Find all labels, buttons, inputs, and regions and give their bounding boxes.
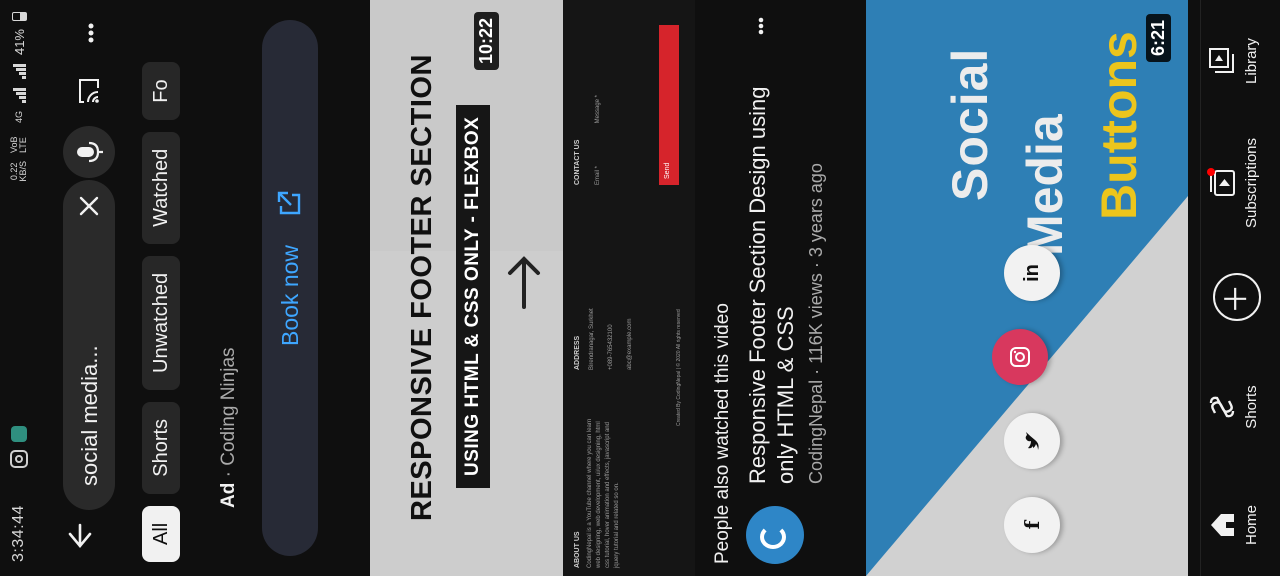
channel-name[interactable]: CodingNepal: [806, 380, 826, 484]
linkedin-icon: in: [1004, 245, 1060, 301]
mock-copyright: Created By CodingNepal | © 2020 All righ…: [676, 309, 682, 426]
nav-home-label: Home: [1243, 505, 1260, 546]
chip-more[interactable]: Fo: [142, 62, 180, 120]
mock-address: ADDRESS Birendranagar, Surkhet +089-7654…: [573, 220, 635, 370]
section-heading: People also watched this video: [712, 303, 733, 564]
video-thumbnail[interactable]: Social Media Buttons f in 6:21: [866, 0, 1188, 576]
codingnepal-logo-icon: [760, 525, 786, 549]
data-rate-unit: KB/S: [18, 161, 28, 182]
footer-mockup: ABOUT US CodingNepal is a YouTube channe…: [563, 0, 695, 576]
library-icon: [1209, 48, 1234, 73]
home-icon: [1211, 514, 1234, 536]
ad-label-row: Ad · Coding Ninjas: [218, 347, 240, 508]
video-more-icon[interactable]: [748, 16, 774, 36]
nav-library-label: Library: [1243, 38, 1260, 84]
chip-watched[interactable]: Watched: [142, 131, 180, 244]
channel-avatar[interactable]: [746, 506, 804, 564]
ad-video-thumbnail[interactable]: RESPONSIVE FOOTER SECTION USING HTML & C…: [370, 0, 695, 576]
volte-label: VoB LTE: [9, 136, 28, 154]
data-rate: 0.22 KB/S: [9, 161, 28, 182]
instagram-icon: [992, 329, 1048, 385]
mock-email: abc@example.com: [627, 318, 633, 370]
search-box[interactable]: social media...: [63, 180, 115, 510]
subscriptions-icon: [1207, 168, 1235, 196]
mock-about-text: CodingNepal is a YouTube channel where y…: [587, 418, 620, 568]
battery-percent: 41%: [11, 29, 27, 56]
twitter-icon: [1004, 413, 1060, 469]
video-duration: 6:21: [1146, 14, 1171, 63]
chip-unwatched[interactable]: Unwatched: [142, 255, 180, 390]
voice-search-button[interactable]: [63, 126, 115, 178]
video-meta: CodingNepal · 116K views · 3 years ago: [806, 163, 827, 484]
open-external-icon: [277, 191, 301, 215]
nav-subscriptions[interactable]: Subscriptions: [1207, 124, 1260, 242]
thumbnail-headline: RESPONSIVE FOOTER SECTION: [406, 54, 438, 521]
ad-separator: ·: [218, 471, 239, 478]
back-arrow-icon[interactable]: [62, 522, 98, 558]
video-title[interactable]: Responsive Footer Section Design using o…: [744, 74, 800, 484]
status-bar: 3:34:44 0.22 KB/S VoB LTE 4G 41%: [0, 0, 40, 576]
thumb-title-buttons: Buttons: [1091, 31, 1147, 220]
ad-advertiser: Coding Ninjas: [218, 347, 239, 466]
nav-shorts-label: Shorts: [1243, 385, 1260, 429]
meta-separator: ·: [806, 368, 826, 375]
thumb-title-social: Social: [942, 47, 998, 201]
filter-chips: All Shorts Unwatched Watched Fo: [142, 62, 182, 562]
thumbnail-subheadline: USING HTML & CSS ONLY - FLEXBOX: [456, 104, 490, 488]
mock-address-text: Birendranagar, Surkhet: [589, 308, 595, 370]
shorts-icon: [1209, 396, 1235, 418]
nav-library[interactable]: Library: [1207, 16, 1260, 106]
mock-email-field: Email *: [595, 165, 601, 185]
mock-message-field: Message *: [595, 94, 601, 124]
mock-send-label: Send: [664, 162, 671, 179]
app-screen: 3:34:44 0.22 KB/S VoB LTE 4G 41% social …: [0, 0, 1280, 576]
mock-contact-heading: CONTACT US: [574, 139, 581, 185]
view-count: 116K views: [806, 273, 826, 364]
upload-age: 3 years ago: [806, 163, 826, 258]
chip-shorts[interactable]: Shorts: [142, 401, 180, 494]
cast-icon[interactable]: [74, 76, 104, 106]
mock-about-heading: ABOUT US: [574, 531, 581, 568]
chip-all[interactable]: All: [142, 505, 180, 562]
plus-icon: [1224, 287, 1247, 310]
mock-phone: +089-765432100: [608, 324, 614, 370]
app-notification-icon: [11, 426, 27, 442]
nav-home[interactable]: Home: [1207, 480, 1260, 570]
book-now-button[interactable]: Book now: [262, 20, 318, 556]
instagram-notification-icon: [10, 450, 28, 468]
signal-icon: [12, 87, 26, 104]
ad-badge: Ad: [218, 482, 239, 508]
linkedin-glyph: in: [1021, 264, 1043, 282]
thumb-title-media: Media: [1017, 114, 1073, 256]
status-right-group: 0.22 KB/S VoB LTE 4G 41%: [9, 12, 28, 182]
network-label: 4G: [14, 111, 24, 124]
battery-icon: [11, 12, 27, 21]
nav-shorts[interactable]: Shorts: [1207, 362, 1260, 452]
mic-icon: [77, 141, 103, 163]
mock-address-heading: ADDRESS: [574, 335, 581, 370]
search-query[interactable]: social media...: [77, 345, 103, 486]
mock-about: ABOUT US CodingNepal is a YouTube channe…: [573, 418, 622, 568]
status-time: 3:34:44: [10, 505, 27, 562]
more-vert-icon[interactable]: [76, 18, 106, 48]
facebook-glyph: f: [1020, 520, 1044, 530]
signal-2-icon: [12, 63, 26, 80]
bottom-nav: Home Shorts Subscriptions Library: [1200, 0, 1280, 576]
meta-separator-2: ·: [806, 262, 826, 269]
mock-contact: CONTACT US Email * Message *: [573, 25, 603, 185]
clear-icon[interactable]: [75, 192, 103, 220]
facebook-icon: f: [1004, 497, 1060, 553]
ad-video-duration: 10:22: [474, 12, 499, 71]
book-now-label: Book now: [277, 244, 303, 346]
arrow-right-icon: [508, 256, 540, 309]
create-button[interactable]: [1213, 273, 1261, 321]
nav-subscriptions-label: Subscriptions: [1243, 137, 1260, 229]
